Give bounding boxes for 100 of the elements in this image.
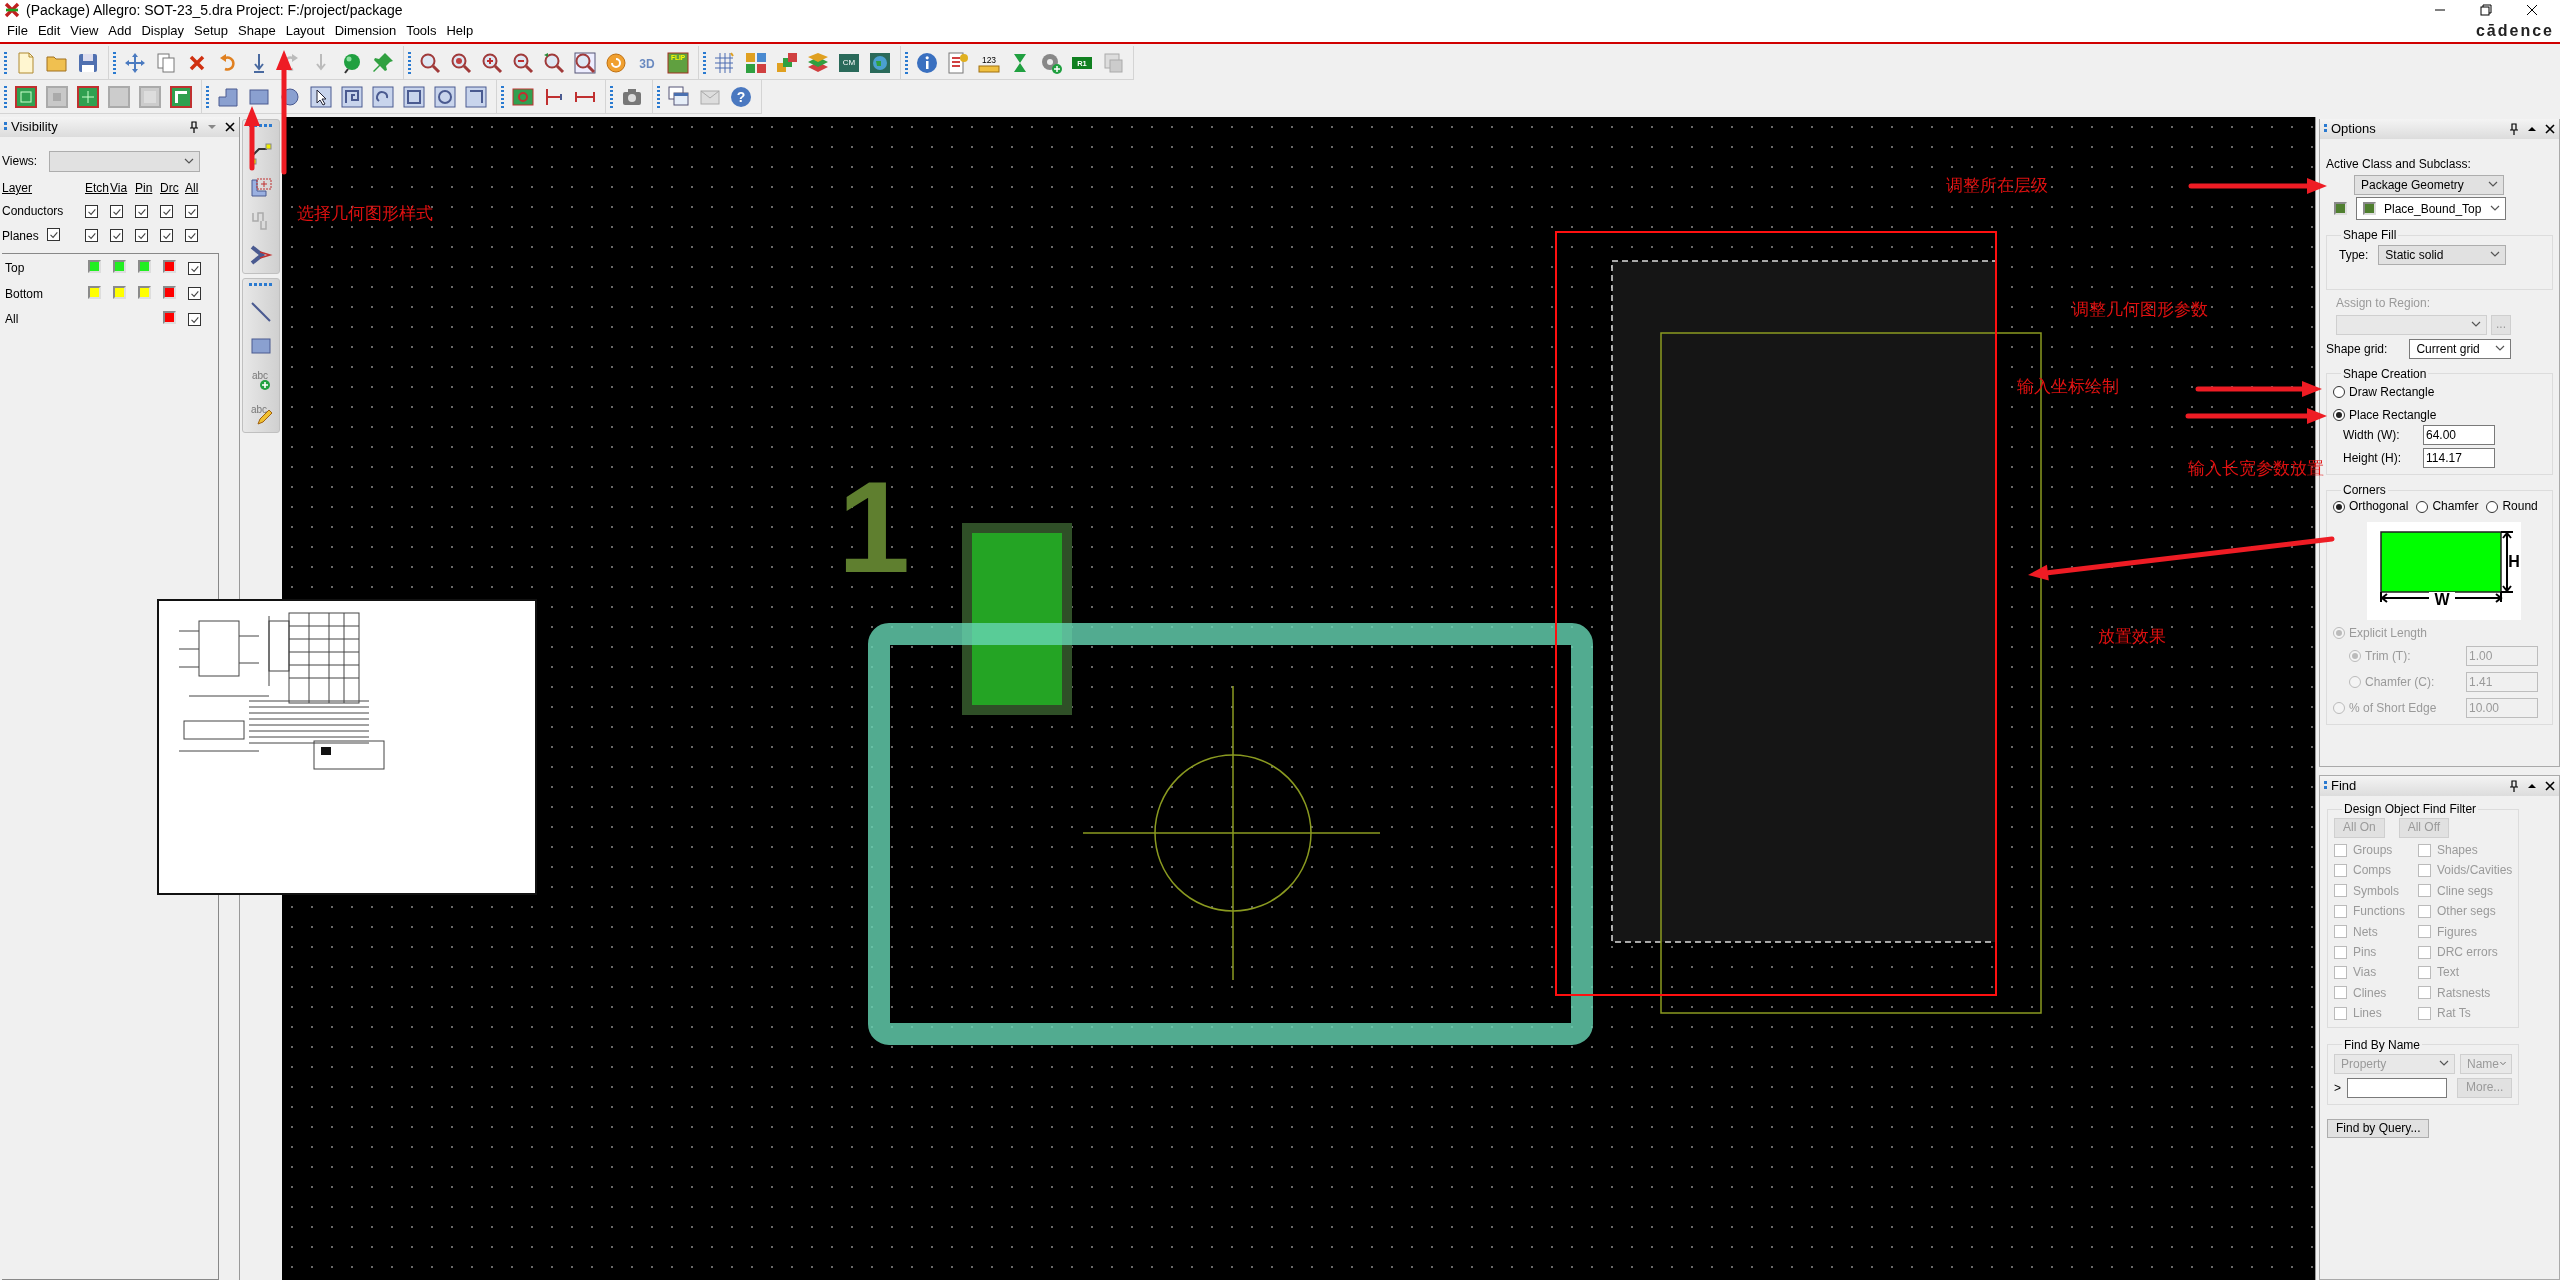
panel-grip[interactable] — [4, 122, 7, 132]
filter-option-label[interactable]: Rat Ts — [2437, 1006, 2471, 1021]
checkbox[interactable] — [188, 261, 201, 275]
checkbox[interactable] — [47, 227, 60, 241]
checkbox[interactable] — [2334, 945, 2347, 959]
stack-icon[interactable] — [806, 50, 830, 75]
radio-label[interactable]: Chamfer — [2432, 499, 2479, 514]
filter-option-label[interactable]: Text — [2437, 965, 2459, 980]
subclass-dropdown[interactable]: Place_Bound_Top — [2356, 197, 2506, 221]
checkbox[interactable] — [110, 229, 123, 243]
checkbox[interactable] — [135, 205, 148, 219]
zoom-fit-icon[interactable] — [573, 50, 597, 75]
color-swatch[interactable] — [138, 285, 151, 299]
checkbox[interactable] — [2418, 966, 2431, 979]
filter-option-label[interactable]: Vias — [2353, 965, 2377, 980]
number-field[interactable]: 114.17 — [2423, 447, 2495, 468]
toolbar-grip[interactable] — [905, 51, 908, 74]
radio-label[interactable]: Orthogonal — [2349, 499, 2409, 514]
pin-icon[interactable] — [189, 121, 199, 133]
menu-item[interactable]: View — [65, 23, 104, 39]
checkbox[interactable] — [188, 312, 201, 326]
filter-option-label[interactable]: Other segs — [2437, 904, 2496, 919]
toolbar-grip[interactable] — [206, 85, 209, 108]
filter-option-label[interactable]: Comps — [2353, 863, 2391, 878]
filter-option-label[interactable]: Nets — [2353, 924, 2378, 939]
find-by-query-button[interactable]: Find by Query... — [2327, 1118, 2430, 1139]
board-frame-icon[interactable] — [169, 84, 193, 109]
color-swatch[interactable] — [163, 260, 176, 274]
copy-icon[interactable] — [154, 50, 178, 75]
checkbox[interactable] — [160, 229, 173, 243]
checkbox[interactable] — [185, 205, 198, 219]
property-dropdown[interactable]: Property — [2334, 1053, 2455, 1074]
number-field[interactable]: 64.00 — [2423, 424, 2495, 445]
radio-label[interactable]: Round — [2502, 499, 2538, 514]
menu-item[interactable]: Setup — [189, 23, 234, 39]
grid-icon[interactable] — [713, 50, 737, 75]
board-frame-icon[interactable] — [14, 84, 38, 109]
color-swatch[interactable] — [88, 260, 101, 274]
checkbox[interactable] — [2334, 843, 2347, 857]
toolbar-grip[interactable] — [4, 51, 7, 74]
radio-button[interactable] — [2333, 386, 2345, 399]
close-icon[interactable] — [2545, 123, 2555, 135]
color-swatch[interactable] — [88, 285, 101, 299]
toolbar-grip[interactable] — [113, 51, 116, 74]
close-icon[interactable] — [2545, 780, 2555, 792]
panel-grip[interactable] — [2324, 781, 2327, 791]
checkbox[interactable] — [160, 205, 173, 219]
menu-item[interactable]: Layout — [280, 23, 330, 39]
checkbox[interactable] — [2334, 864, 2347, 878]
checkbox[interactable] — [2334, 884, 2347, 898]
checkbox[interactable] — [2334, 904, 2347, 918]
checkbox[interactable] — [2418, 884, 2431, 898]
checkbox[interactable] — [2418, 904, 2431, 918]
circle-frame-icon[interactable] — [433, 84, 457, 109]
menu-item[interactable]: Display — [136, 23, 190, 39]
checkbox[interactable] — [85, 205, 98, 219]
checkbox[interactable] — [2418, 945, 2431, 959]
checkbox[interactable] — [110, 205, 123, 219]
restore-icon[interactable] — [2480, 4, 2492, 16]
name-dropdown[interactable]: Name — [2460, 1053, 2512, 1074]
info-icon[interactable] — [915, 50, 939, 75]
panel-grip[interactable] — [2324, 124, 2327, 134]
board-frame-icon[interactable] — [76, 84, 100, 109]
column-header[interactable]: All — [185, 181, 210, 196]
checkbox[interactable] — [2418, 925, 2431, 939]
checkbox[interactable] — [188, 287, 201, 301]
filter-option-label[interactable]: Groups — [2353, 843, 2393, 858]
toolbar-grip[interactable] — [657, 85, 660, 108]
checkbox[interactable] — [2334, 925, 2347, 939]
column-header[interactable]: Drc — [160, 181, 185, 196]
radio-button[interactable] — [2486, 500, 2499, 513]
menu-item[interactable]: Edit — [32, 23, 66, 39]
list-icon[interactable] — [946, 50, 970, 75]
pin-icon[interactable] — [2509, 780, 2519, 792]
toolbar-grip[interactable] — [408, 51, 411, 74]
column-header[interactable]: Pin — [135, 181, 160, 196]
pointer-icon[interactable] — [309, 84, 333, 109]
column-header[interactable]: Etch — [85, 181, 110, 196]
checkbox[interactable] — [2334, 1006, 2347, 1020]
checkbox[interactable] — [185, 229, 198, 243]
color-swatch[interactable] — [138, 260, 151, 274]
color-swatch[interactable] — [163, 310, 176, 324]
menu-item[interactable]: Help — [441, 23, 479, 39]
filter-option-label[interactable]: Voids/Cavities — [2437, 863, 2513, 878]
color-squares-icon[interactable] — [744, 50, 768, 75]
class-dropdown[interactable]: Package Geometry — [2354, 175, 2504, 196]
pin-icon[interactable] — [2509, 123, 2519, 135]
close-icon[interactable] — [225, 121, 235, 133]
checkbox[interactable] — [2418, 864, 2431, 878]
checkbox[interactable] — [135, 229, 148, 243]
frame-icon[interactable] — [340, 84, 364, 109]
menu-item[interactable]: Shape — [233, 23, 281, 39]
frame-icon[interactable] — [371, 84, 395, 109]
checkbox[interactable] — [2418, 843, 2431, 857]
filter-option-label[interactable]: Figures — [2437, 924, 2477, 939]
square-frame-icon[interactable] — [464, 84, 488, 109]
color-swatch[interactable] — [113, 285, 126, 299]
chevron-icon[interactable] — [249, 243, 273, 267]
radio-button[interactable] — [2333, 500, 2345, 513]
fill-type-dropdown[interactable]: Static solid — [2378, 244, 2507, 265]
